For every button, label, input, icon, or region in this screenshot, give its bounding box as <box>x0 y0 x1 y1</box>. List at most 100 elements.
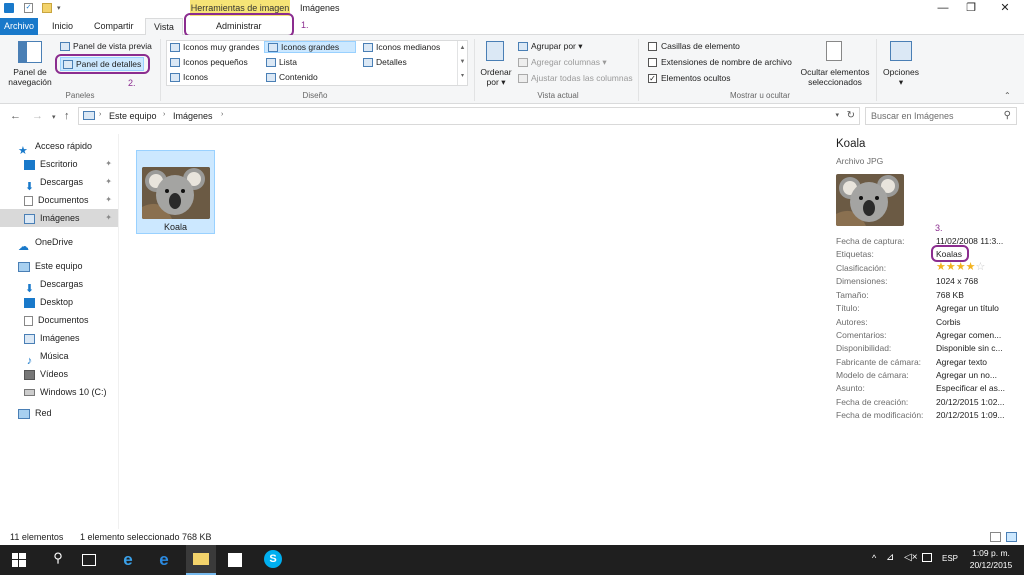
hide-selected-button[interactable]: Ocultar elementos seleccionados <box>798 67 872 87</box>
tab-archivo[interactable]: Archivo <box>0 18 38 35</box>
navigation-pane-button[interactable]: Panel de navegación <box>6 67 54 87</box>
pin-icon[interactable]: ✦ <box>105 191 112 209</box>
search-taskbar-icon[interactable]: ⚲ <box>48 550 68 570</box>
sort-by-icon <box>486 41 504 61</box>
tab-compartir[interactable]: Compartir <box>86 18 142 35</box>
nav-onedrive[interactable]: ☁ OneDrive <box>0 233 118 253</box>
up-arrow-icon[interactable]: ↑ <box>64 110 70 122</box>
prop-label: Comentarios: <box>836 330 887 340</box>
list-icon <box>266 58 276 68</box>
group-label-diseno: Diseño <box>302 91 328 100</box>
layout-large-icons[interactable]: Iconos grandes <box>264 41 356 54</box>
close-button[interactable]: ✕ <box>990 0 1020 16</box>
prop-value[interactable]: Agregar un título <box>936 303 999 313</box>
nav-documentos-quick[interactable]: Documentos ✦ <box>0 191 118 209</box>
nav-red[interactable]: Red <box>0 404 118 422</box>
prop-value[interactable]: Agregar texto <box>936 357 987 367</box>
collapse-ribbon-icon[interactable]: ⌃ <box>1004 91 1011 100</box>
preview-pane-button[interactable]: Panel de vista previa <box>60 41 152 52</box>
layout-list[interactable]: Lista <box>266 57 297 68</box>
layout-extra-large-icons[interactable]: Iconos muy grandes <box>170 42 260 53</box>
pin-icon[interactable]: ✦ <box>105 209 112 227</box>
tab-inicio[interactable]: Inicio <box>44 18 81 35</box>
prop-value[interactable]: Agregar un no... <box>936 370 997 380</box>
layout-content[interactable]: Contenido <box>266 72 318 83</box>
window-title: Imágenes <box>300 3 340 13</box>
minimize-button[interactable]: — <box>928 0 958 16</box>
file-explorer-taskbar-button[interactable] <box>186 545 216 575</box>
new-folder-qat-icon[interactable] <box>42 3 52 13</box>
prop-value[interactable]: Agregar comen... <box>936 330 1001 340</box>
nav-videos[interactable]: Vídeos <box>0 365 118 383</box>
layout-icons[interactable]: Iconos <box>170 72 208 83</box>
nav-musica[interactable]: ♪ Música <box>0 347 118 367</box>
hidden-items-toggle[interactable]: ✓ Elementos ocultos <box>648 73 730 84</box>
language-indicator[interactable]: ESP <box>942 554 958 563</box>
notification-icon[interactable] <box>922 553 932 562</box>
chevron-down-icon[interactable]: ▾ <box>835 111 839 119</box>
details-view-toggle-icon[interactable] <box>990 532 1001 542</box>
show-hidden-icons-icon[interactable]: ^ <box>872 553 876 563</box>
tab-vista[interactable]: Vista <box>145 18 183 36</box>
prop-label: Tamaño: <box>836 290 869 300</box>
prop-value: 20/12/2015 1:02... <box>936 397 1005 407</box>
skype-icon[interactable]: S <box>264 550 282 568</box>
pin-icon[interactable]: ✦ <box>105 173 112 191</box>
maximize-button[interactable]: ❐ <box>956 0 986 16</box>
time: 1:09 p. m. <box>972 548 1010 558</box>
file-item-koala[interactable]: Koala <box>136 150 215 234</box>
edge-icon[interactable]: e <box>154 550 174 570</box>
prop-value[interactable]: Corbis <box>936 317 961 327</box>
group-label-paneles: Paneles <box>65 91 95 100</box>
icons-icon <box>170 73 180 83</box>
nav-windows-c[interactable]: Windows 10 (C:) <box>0 383 118 401</box>
back-arrow-icon[interactable]: ← <box>10 110 21 122</box>
breadcrumb-imagenes[interactable]: Imágenes <box>173 111 213 121</box>
nav-imagenes-quick[interactable]: Imágenes ✦ <box>0 209 118 227</box>
layout-medium-icons[interactable]: Iconos medianos <box>363 42 440 53</box>
small-icons-icon <box>170 58 180 68</box>
forward-arrow-icon[interactable]: → <box>32 110 43 122</box>
start-windows-icon[interactable] <box>12 553 26 567</box>
nav-escritorio[interactable]: Escritorio ✦ <box>0 155 118 173</box>
breadcrumb-este-equipo[interactable]: Este equipo <box>109 111 157 121</box>
nav-desktop[interactable]: Desktop <box>0 293 118 311</box>
nav-documentos[interactable]: Documentos <box>0 311 118 329</box>
pictures-icon <box>24 213 35 224</box>
refresh-icon[interactable]: ↻ <box>847 110 855 121</box>
search-input[interactable]: Buscar en Imágenes ⚲ <box>865 107 1017 125</box>
nav-imagenes[interactable]: Imágenes <box>0 329 118 347</box>
large-icons-icon <box>268 43 278 53</box>
clock[interactable]: 1:09 p. m. 20/12/2015 <box>968 547 1014 571</box>
prop-value[interactable]: Especificar el as... <box>936 383 1005 393</box>
computer-icon <box>18 261 30 272</box>
network-tray-icon[interactable]: ⊿ <box>886 552 894 563</box>
music-note-icon: ♪ <box>26 354 33 367</box>
breadcrumb[interactable]: › Este equipo › Imágenes › ▾ ↻ <box>78 107 860 125</box>
rating-stars[interactable]: ★★★★☆ <box>936 260 985 273</box>
volume-icon[interactable]: ◁× <box>904 552 918 563</box>
nav-este-equipo[interactable]: Este equipo <box>0 257 118 275</box>
layout-small-icons[interactable]: Iconos pequeños <box>170 57 248 68</box>
download-arrow-icon: ⬇ <box>24 282 35 295</box>
properties-qat-icon[interactable]: ✓ <box>24 3 33 13</box>
options-button[interactable]: Opciones ▾ <box>881 67 921 88</box>
nav-quick-access[interactable]: ★ Acceso rápido <box>0 137 118 157</box>
group-by-button[interactable]: Agrupar por ▾ <box>518 41 583 52</box>
qat-dropdown-icon[interactable]: ▾ <box>57 4 61 12</box>
recent-dropdown-icon[interactable]: ▾ <box>52 113 56 121</box>
file-list <box>118 134 818 529</box>
nav-descargas[interactable]: ⬇ Descargas <box>0 275 118 295</box>
file-extensions-toggle[interactable]: Extensiones de nombre de archivo <box>648 57 792 68</box>
fit-columns-icon <box>518 74 528 84</box>
gallery-scroll[interactable]: ▲ ▼ ▾ <box>457 41 467 85</box>
large-icons-toggle-icon[interactable] <box>1006 532 1017 542</box>
pin-icon[interactable]: ✦ <box>105 155 112 173</box>
nav-descargas-quick[interactable]: ⬇ Descargas ✦ <box>0 173 118 193</box>
task-view-icon[interactable] <box>82 554 96 566</box>
internet-explorer-icon[interactable]: e <box>118 550 138 570</box>
sort-by-button[interactable]: Ordenar por ▾ <box>478 67 514 87</box>
layout-details[interactable]: Detalles <box>363 57 407 68</box>
store-icon[interactable] <box>228 553 242 567</box>
item-checkboxes-toggle[interactable]: Casillas de elemento <box>648 41 740 52</box>
